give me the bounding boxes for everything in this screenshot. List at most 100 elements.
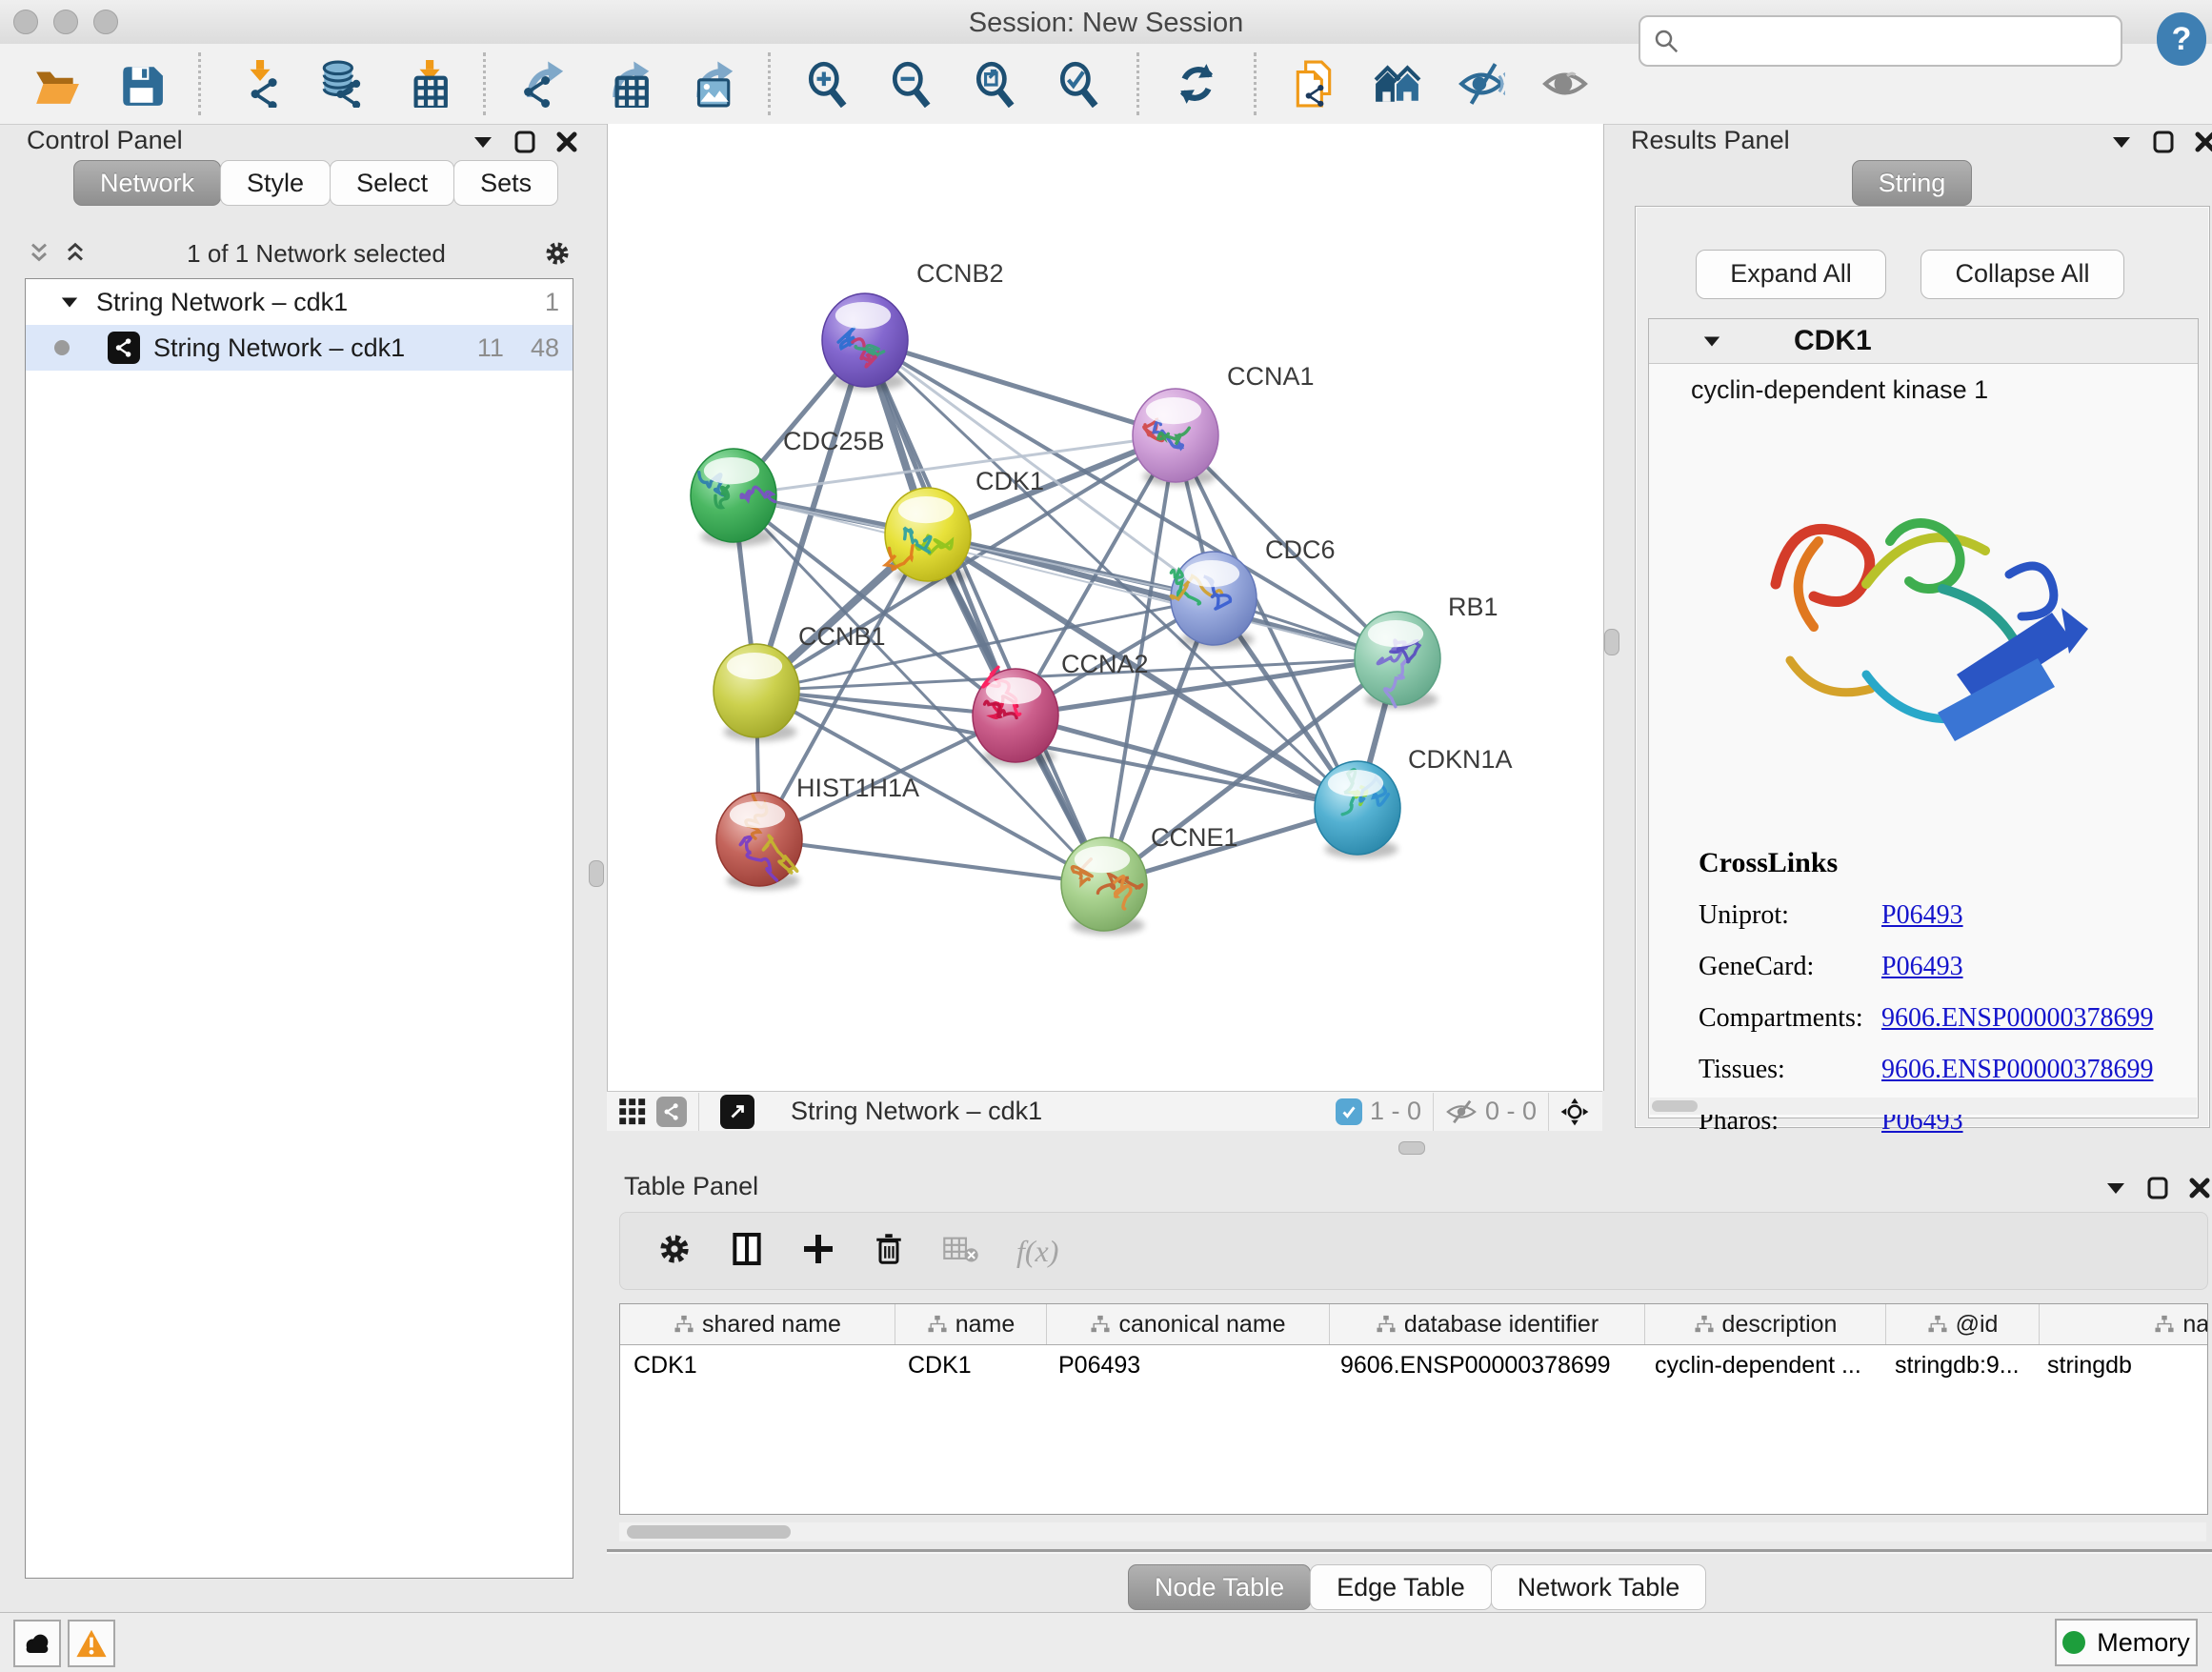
protein-card-expander-icon[interactable]	[1702, 333, 1721, 349]
save-session-button[interactable]	[114, 57, 168, 111]
network-node-CCNE1[interactable]: CCNE1	[1061, 823, 1238, 935]
network-canvas[interactable]: CCNB2CCNA1CDC25BCDK1CDC6RB1CCNB1CCNA2CDK…	[607, 124, 1604, 1091]
network-node-CDKN1A[interactable]: CDKN1A	[1315, 745, 1513, 858]
left-splitter-handle[interactable]	[589, 860, 604, 887]
network-node-CDC25B[interactable]: CDC25B	[691, 427, 885, 546]
control-panel-close-icon[interactable]	[553, 130, 581, 154]
crosslink-label: GeneCard:	[1699, 952, 1881, 982]
node-label: HIST1H1A	[796, 774, 919, 802]
column-header-shared-name[interactable]: shared name	[620, 1304, 895, 1344]
tab-node-table[interactable]: Node Table	[1128, 1564, 1311, 1610]
node-label: RB1	[1448, 593, 1498, 621]
network-node-RB1[interactable]: RB1	[1355, 593, 1498, 709]
zoom-in-button[interactable]	[801, 57, 855, 111]
control-panel-menu-icon[interactable]	[469, 130, 497, 154]
table-panel-close-icon[interactable]	[2185, 1176, 2212, 1200]
collection-label: String Network – cdk1	[96, 288, 348, 317]
cell-@id[interactable]: stringdb:9...	[1881, 1345, 2034, 1385]
string-document-button[interactable]	[1287, 57, 1340, 111]
table-tabs-divider	[607, 1549, 2212, 1554]
delete-column-trash-icon[interactable]	[872, 1232, 906, 1271]
refresh-layout-button[interactable]	[1170, 57, 1223, 111]
node-table-data-row[interactable]: CDK1CDK1P064939606.ENSP00000378699cyclin…	[620, 1345, 2207, 1385]
table-hscrollbar[interactable]	[619, 1522, 2206, 1541]
results-panel-menu-icon[interactable]	[2107, 130, 2136, 154]
cell-database-identifier[interactable]: 9606.ENSP00000378699	[1327, 1345, 1641, 1385]
network-edge[interactable]	[865, 340, 1104, 884]
results-panel-close-icon[interactable]	[2191, 130, 2212, 154]
show-eye-button[interactable]	[1538, 57, 1592, 111]
expand-all-button[interactable]: Expand All	[1696, 250, 1886, 299]
import-network-button[interactable]	[231, 57, 285, 111]
zoom-selected-button[interactable]	[1053, 57, 1106, 111]
control-panel-float-icon[interactable]	[511, 130, 539, 154]
help-button[interactable]: ?	[2157, 12, 2206, 66]
import-database-button[interactable]	[315, 57, 369, 111]
network-node-CDC6[interactable]: CDC6	[1171, 535, 1336, 649]
column-header-database-identifier[interactable]: database identifier	[1330, 1304, 1645, 1344]
zoom-out-button[interactable]	[885, 57, 938, 111]
network-collection-row[interactable]: String Network – cdk1 1	[26, 279, 573, 325]
results-hscrollbar[interactable]	[1650, 1098, 2197, 1115]
cell-shared-name[interactable]: CDK1	[620, 1345, 895, 1385]
open-session-button[interactable]	[30, 57, 84, 111]
add-column-icon[interactable]	[801, 1232, 835, 1271]
warnings-button[interactable]	[68, 1620, 115, 1667]
network-node-CCNA1[interactable]: CCNA1	[1133, 362, 1315, 486]
results-panel-float-icon[interactable]	[2149, 130, 2178, 154]
table-panel-menu-icon[interactable]	[2101, 1176, 2130, 1200]
column-header-namespace[interactable]: namespace	[2040, 1304, 2208, 1344]
expand-all-icon[interactable]	[61, 241, 90, 266]
export-table-button[interactable]	[600, 57, 654, 111]
selected-count-checkbox-icon[interactable]	[1336, 1098, 1362, 1125]
tab-select[interactable]: Select	[330, 160, 454, 206]
grid-view-icon[interactable]	[618, 1099, 647, 1124]
detach-view-icon[interactable]	[720, 1095, 754, 1129]
crosslink-link[interactable]: P06493	[1881, 952, 1963, 982]
column-header-@id[interactable]: @id	[1886, 1304, 2040, 1344]
tab-network[interactable]: Network	[73, 160, 221, 206]
column-header-name[interactable]: name	[895, 1304, 1047, 1344]
search-input[interactable]	[1639, 15, 2122, 67]
crosslink-link[interactable]: 9606.ENSP00000378699	[1881, 1003, 2153, 1034]
table-panel-float-icon[interactable]	[2143, 1176, 2172, 1200]
tab-edge-table[interactable]: Edge Table	[1310, 1564, 1492, 1610]
export-network-button[interactable]	[516, 57, 570, 111]
network-row[interactable]: String Network – cdk1 11 48	[26, 325, 573, 371]
tab-sets[interactable]: Sets	[453, 160, 558, 206]
homology-search-button[interactable]	[1371, 57, 1424, 111]
tab-string[interactable]: String	[1852, 160, 1973, 206]
cell-name[interactable]: CDK1	[895, 1345, 1045, 1385]
column-header-canonical-name[interactable]: canonical name	[1047, 1304, 1330, 1344]
hide-glasses-button[interactable]	[1455, 57, 1508, 111]
show-columns-icon[interactable]	[729, 1231, 765, 1272]
import-table-button[interactable]	[399, 57, 452, 111]
cell-namespace[interactable]: stringdb	[2034, 1345, 2208, 1385]
zoom-fit-button[interactable]	[969, 57, 1022, 111]
crosslink-link[interactable]: P06493	[1881, 900, 1963, 931]
network-edge[interactable]	[759, 839, 1104, 884]
collection-expander-icon[interactable]	[60, 294, 79, 310]
network-node-CCNB2[interactable]: CCNB2	[822, 259, 1004, 391]
network-view-type-icon[interactable]	[656, 1097, 687, 1127]
cell-canonical-name[interactable]: P06493	[1045, 1345, 1327, 1385]
collapse-all-button[interactable]: Collapse All	[1920, 250, 2124, 299]
crosslink-link[interactable]: 9606.ENSP00000378699	[1881, 1055, 2153, 1085]
export-image-button[interactable]	[684, 57, 737, 111]
network-edge[interactable]	[865, 340, 1176, 435]
horizontal-splitter-handle[interactable]	[1398, 1141, 1425, 1155]
network-options-gear-icon[interactable]	[543, 241, 572, 266]
column-header-description[interactable]: description	[1645, 1304, 1886, 1344]
tab-style[interactable]: Style	[220, 160, 331, 206]
cell-description[interactable]: cyclin-dependent ...	[1641, 1345, 1881, 1385]
collapse-all-icon[interactable]	[25, 241, 53, 266]
table-options-gear-icon[interactable]	[656, 1231, 693, 1272]
network-node-count: 11	[477, 333, 504, 363]
right-splitter-handle[interactable]	[1604, 629, 1619, 655]
protein-card-header[interactable]: CDK1	[1649, 319, 2198, 364]
cloud-button[interactable]	[13, 1620, 61, 1667]
memory-button[interactable]: Memory	[2055, 1619, 2198, 1666]
network-node-HIST1H1A[interactable]: HIST1H1A	[716, 774, 919, 890]
birdseye-crosshair-icon[interactable]	[1560, 1099, 1589, 1124]
tab-network-table[interactable]: Network Table	[1491, 1564, 1707, 1610]
